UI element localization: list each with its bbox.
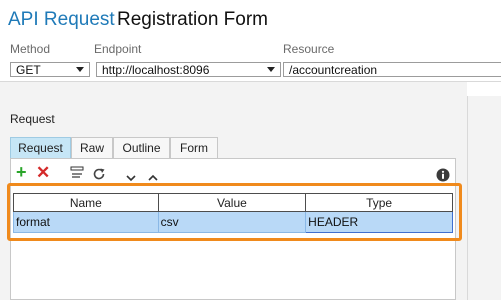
chevron-down-icon: [267, 67, 275, 72]
highlight-callout: [7, 183, 462, 241]
resource-input[interactable]: /accountcreation: [283, 62, 501, 77]
resource-label: Resource: [283, 42, 335, 56]
tab-outline[interactable]: Outline: [113, 137, 170, 159]
side-panel: [467, 96, 501, 300]
endpoint-value: http://localhost:8096: [102, 63, 210, 77]
request-section-label: Request: [10, 112, 55, 126]
chevron-up-icon[interactable]: [148, 170, 158, 184]
chevron-down-icon[interactable]: [126, 170, 136, 184]
endpoint-label: Endpoint: [94, 42, 142, 56]
resource-value: /accountcreation: [289, 63, 378, 77]
tab-form[interactable]: Form: [170, 137, 218, 159]
info-icon[interactable]: [436, 168, 450, 184]
plus-icon[interactable]: +: [16, 163, 27, 181]
delete-x-icon[interactable]: ✕: [36, 164, 50, 181]
method-select[interactable]: GET: [10, 62, 90, 77]
form-title: Registration Form: [117, 9, 268, 30]
method-label: Method: [10, 42, 51, 56]
chevron-down-icon: [76, 67, 84, 72]
app-title: API Request: [8, 9, 115, 30]
tab-request[interactable]: Request: [10, 137, 71, 159]
refresh-icon[interactable]: [92, 167, 106, 183]
method-value: GET: [16, 63, 41, 77]
url-encode-icon[interactable]: [70, 165, 86, 183]
tab-raw[interactable]: Raw: [71, 137, 113, 159]
endpoint-select[interactable]: http://localhost:8096: [96, 62, 281, 77]
